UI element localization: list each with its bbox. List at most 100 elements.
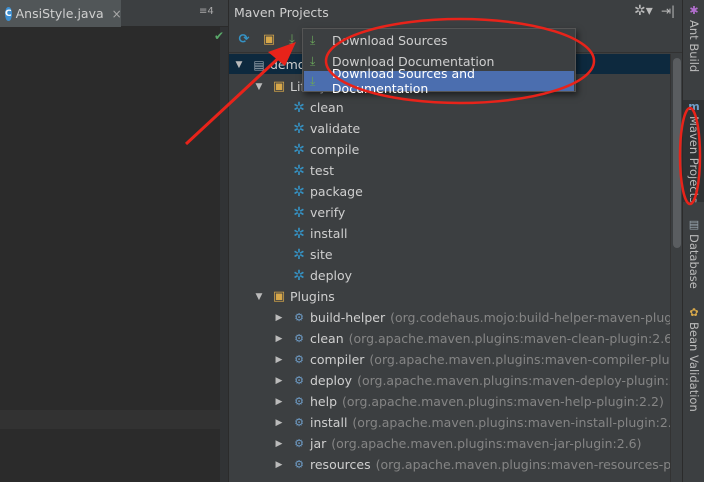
- maven-module-icon: ▤: [253, 57, 265, 72]
- plugin-coordinates: (org.apache.maven.plugins:maven-compiler…: [369, 352, 670, 367]
- tree-row-plugin[interactable]: ▶ ⚙ install (org.apache.maven.plugins:ma…: [273, 412, 670, 433]
- ant-icon: ✱: [689, 4, 699, 17]
- tool-tab-database[interactable]: ▤ Database: [683, 218, 704, 290]
- collapse-arrow-icon[interactable]: ▼: [253, 292, 265, 302]
- database-icon: ▤: [688, 218, 700, 231]
- plugin-icon: ⚙: [294, 395, 304, 408]
- menu-item-label: Download Sources: [332, 32, 448, 48]
- editor-error-stripe: [220, 27, 228, 482]
- folder-icon: ▣: [272, 79, 286, 94]
- plugin-icon: ⚙: [294, 311, 304, 324]
- plugin-coordinates: (org.apache.maven.plugins:maven-deploy-p…: [357, 373, 670, 388]
- tree-row-plugin[interactable]: ▶ ⚙ clean (org.apache.maven.plugins:mave…: [273, 328, 670, 349]
- tree-row-goal[interactable]: ✲ compile: [291, 139, 359, 160]
- goal-label: verify: [310, 205, 346, 220]
- goal-label: test: [310, 163, 335, 178]
- menu-item-download-sources-and-documentation[interactable]: ⤓ Download Sources and Documentation: [304, 66, 574, 96]
- tree-row-plugin[interactable]: ▶ ⚙ resources (org.apache.maven.plugins:…: [273, 454, 670, 475]
- collapse-arrow-icon[interactable]: ▼: [253, 82, 265, 92]
- right-tool-window-strip: ✱ Ant Build m Maven Projects ▤ Database …: [682, 0, 704, 482]
- gear-icon: ✲: [293, 120, 305, 137]
- goal-label: site: [310, 247, 333, 262]
- plugin-name: deploy: [310, 373, 353, 388]
- gear-icon: ✲: [293, 204, 305, 221]
- plugin-name: resources: [310, 457, 371, 472]
- folder-icon: ▣: [272, 289, 286, 304]
- refresh-icon[interactable]: ⟳: [235, 30, 253, 48]
- gear-icon[interactable]: ✲▾: [634, 3, 653, 19]
- tree-row-goal[interactable]: ✲ test: [291, 160, 334, 181]
- expand-arrow-icon[interactable]: ▶: [273, 460, 285, 470]
- tree-row-plugins[interactable]: ▼ ▣ Plugins: [253, 286, 335, 307]
- plugin-name: clean: [310, 331, 344, 346]
- gear-icon: ✲: [293, 183, 305, 200]
- menu-item-label: Download Sources and Documentation: [331, 66, 475, 96]
- goal-label: clean: [310, 100, 344, 115]
- collapse-arrow-icon[interactable]: ▼: [233, 60, 245, 70]
- tool-tab-ant-build[interactable]: ✱ Ant Build: [683, 4, 704, 80]
- plugin-coordinates: (org.apache.maven.plugins:maven-clean-pl…: [348, 331, 670, 346]
- gear-icon: ✲: [293, 267, 305, 284]
- tool-tab-label: Bean Validation: [687, 322, 701, 412]
- gear-icon: ✲: [293, 99, 305, 116]
- tree-row-goal[interactable]: ✲ package: [291, 181, 363, 202]
- tree-row-goal[interactable]: ✲ verify: [291, 202, 345, 223]
- editor-area: C AnsiStyle.java × ≡4 ✔: [0, 0, 228, 482]
- plugin-icon: ⚙: [294, 416, 304, 429]
- tree-row-goal[interactable]: ✲ install: [291, 223, 347, 244]
- expand-arrow-icon[interactable]: ▶: [273, 439, 285, 449]
- tree-row-project[interactable]: ▼ ▤ demo: [233, 54, 306, 75]
- tree-row-goal[interactable]: ✲ validate: [291, 118, 360, 139]
- tree-row-plugin[interactable]: ▶ ⚙ help (org.apache.maven.plugins:maven…: [273, 391, 664, 412]
- expand-arrow-icon[interactable]: ▶: [273, 418, 285, 428]
- plugin-name: help: [310, 394, 338, 409]
- plugin-coordinates: (org.apache.maven.plugins:maven-help-plu…: [342, 394, 664, 409]
- plugin-icon: ⚙: [294, 437, 304, 450]
- goal-label: package: [310, 184, 363, 199]
- expand-arrow-icon[interactable]: ▶: [273, 334, 285, 344]
- editor-tab-bar: C AnsiStyle.java × ≡4: [0, 0, 228, 27]
- goal-label: compile: [310, 142, 360, 157]
- panel-header: Maven Projects ✲▾ ⇥|: [229, 0, 683, 25]
- plugins-label: Plugins: [290, 289, 335, 304]
- tabs-list-icon[interactable]: ≡4: [199, 6, 214, 17]
- download-icon[interactable]: ⤓: [283, 30, 301, 48]
- panel-title: Maven Projects: [234, 5, 329, 20]
- gear-icon: ✲: [293, 162, 305, 179]
- plugin-coordinates: (org.codehaus.mojo:build-helper-maven-pl…: [390, 310, 670, 325]
- close-tab-icon[interactable]: ×: [112, 7, 122, 21]
- plugin-icon: ⚙: [294, 332, 304, 345]
- expand-arrow-icon[interactable]: ▶: [273, 313, 285, 323]
- tool-tab-label: Ant Build: [687, 20, 701, 73]
- tree-row-goal[interactable]: ✲ site: [291, 244, 333, 265]
- tree-row-plugin[interactable]: ▶ ⚙ build-helper (org.codehaus.mojo:buil…: [273, 307, 670, 328]
- java-class-icon: C: [5, 6, 12, 21]
- expand-arrow-icon[interactable]: ▶: [273, 355, 285, 365]
- maven-icon: m: [688, 100, 700, 113]
- expand-arrow-icon[interactable]: ▶: [273, 376, 285, 386]
- editor-file-tab[interactable]: C AnsiStyle.java ×: [0, 0, 122, 27]
- gear-icon: ✲: [293, 141, 305, 158]
- tree-row-plugin[interactable]: ▶ ⚙ jar (org.apache.maven.plugins:maven-…: [273, 433, 642, 454]
- tool-tab-bean-validation[interactable]: ✿ Bean Validation: [683, 306, 704, 412]
- plugin-coordinates: (org.apache.maven.plugins:maven-jar-plug…: [331, 436, 642, 451]
- plugin-name: install: [310, 415, 348, 430]
- expand-arrow-icon[interactable]: ▶: [273, 397, 285, 407]
- tool-tab-maven-projects[interactable]: m Maven Projects: [683, 100, 704, 203]
- hide-panel-icon[interactable]: ⇥|: [661, 4, 675, 18]
- plugin-icon: ⚙: [294, 353, 304, 366]
- download-popup-menu: ⤓ Download Sources ⤓ Download Documentat…: [302, 28, 576, 96]
- tree-row-plugin[interactable]: ▶ ⚙ deploy (org.apache.maven.plugins:mav…: [273, 370, 670, 391]
- add-maven-project-icon[interactable]: ▣: [260, 30, 278, 48]
- plugin-name: jar: [310, 436, 327, 451]
- menu-item-download-sources[interactable]: ⤓ Download Sources: [304, 30, 574, 50]
- scrollbar-thumb[interactable]: [673, 58, 681, 248]
- project-tree[interactable]: ▼ ▤ demo ▼ ▣ Lifecycle ✲ clean ✲ validat…: [229, 54, 670, 482]
- tree-row-plugin[interactable]: ▶ ⚙ compiler (org.apache.maven.plugins:m…: [273, 349, 670, 370]
- download-icon: ⤓: [310, 53, 316, 68]
- plugin-coordinates: (org.apache.maven.plugins:maven-install-…: [352, 415, 670, 430]
- tree-row-goal[interactable]: ✲ deploy: [291, 265, 352, 286]
- plugin-icon: ⚙: [294, 374, 304, 387]
- goal-label: validate: [310, 121, 361, 136]
- tree-row-goal[interactable]: ✲ clean: [291, 97, 344, 118]
